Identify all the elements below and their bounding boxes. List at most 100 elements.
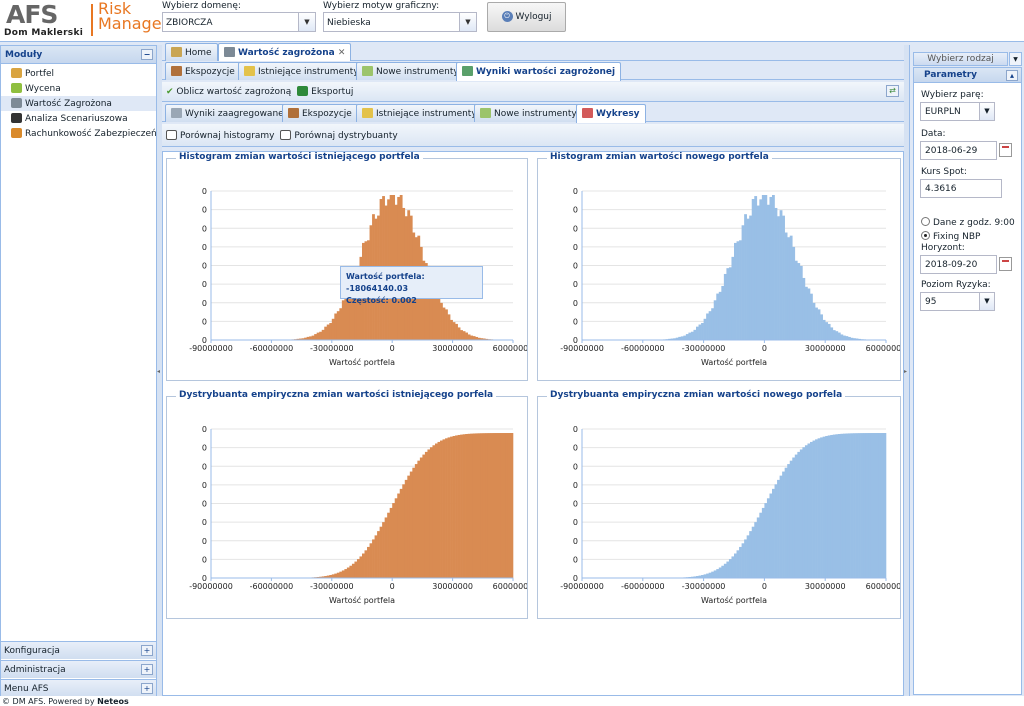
chart-bar <box>837 332 841 340</box>
module-item[interactable]: Wycena <box>1 81 156 96</box>
chevron-left-icon[interactable]: ◂ <box>157 368 160 375</box>
chart-bar <box>404 479 408 578</box>
tab-wykresy[interactable]: Wykresy <box>576 104 646 123</box>
radio-button[interactable] <box>921 231 930 240</box>
compare-cdfs-button[interactable]: Porównaj dystrybuanty <box>280 130 398 141</box>
y-tick-label: 0 <box>202 280 207 289</box>
histogram-new-chart[interactable]: 000000000-90000000 -60000000 -30000000 0 300… <box>538 159 906 380</box>
type-select[interactable]: Wybierz rodzaj ▼ <box>910 52 1024 67</box>
chart-bar <box>502 433 506 578</box>
calendar-icon[interactable] <box>999 257 1012 271</box>
chart-bar <box>837 434 841 578</box>
chart-bar <box>878 433 882 578</box>
radio-fixing-nbp[interactable]: Fixing NBP <box>921 231 980 242</box>
parameters-region: Wybierz rodzaj ▼ Parametry ▴ Wybierz par… <box>909 45 1024 696</box>
x-axis-label: Wartość portfela <box>329 595 395 605</box>
module-item[interactable]: Wartość Zagrożona <box>1 96 156 111</box>
chart-bar <box>685 334 689 340</box>
tab-label: Nowe instrumenty <box>494 109 577 119</box>
button-label: Oblicz wartość zagrożoną <box>176 87 292 97</box>
tab-wyniki-wartosci-zagrozonej[interactable]: Wyniki wartości zagrożonej <box>456 62 622 81</box>
chart-bar <box>450 319 453 340</box>
chart-bar <box>832 434 836 578</box>
chevron-down-icon[interactable]: ▼ <box>1009 52 1022 66</box>
date-field[interactable]: 2018-06-29 <box>920 141 1012 160</box>
chevron-down-icon[interactable]: ▼ <box>979 103 994 120</box>
logout-button[interactable]: ⏻ Wyloguj <box>487 2 566 32</box>
tab-ekspozycje-2[interactable]: Ekspozycje <box>282 104 358 122</box>
home-icon <box>171 47 182 57</box>
chart-bar <box>324 326 328 340</box>
chart-bar <box>492 433 496 578</box>
module-label: Wartość Zagrożona <box>25 99 112 109</box>
parameters-title: Parametry <box>924 70 978 80</box>
module-item[interactable]: Portfel <box>1 66 156 81</box>
cdf-existing-chart[interactable]: 000000000-90000000 -60000000 -30000000 0 300… <box>167 397 533 618</box>
refresh-icon[interactable]: ⇄ <box>886 85 899 97</box>
theme-select[interactable]: Niebieska ▼ <box>323 12 477 32</box>
chart-bar <box>500 433 504 578</box>
tab-istniejace-instrumenty-2[interactable]: Istniejące instrumenty <box>356 104 483 122</box>
chart-icon <box>166 130 177 140</box>
product-name-line2: Manager <box>98 14 169 33</box>
chart-bar <box>354 561 358 578</box>
tab-istniejace-instrumenty[interactable]: Istniejące instrumenty <box>238 62 365 80</box>
chevron-down-icon[interactable]: ▼ <box>459 13 476 31</box>
expand-icon[interactable]: + <box>141 664 153 675</box>
module-item[interactable]: Rachunkowość Zabezpieczeń <box>1 126 157 141</box>
top-tabbar: Home Wartość zagrożona ✕ <box>162 42 904 62</box>
module-item[interactable]: Analiza Scenariuszowa <box>1 111 156 126</box>
horizon-field[interactable]: 2018-09-20 <box>920 255 1012 274</box>
chart-bar <box>827 323 831 340</box>
collapse-icon[interactable]: − <box>141 49 153 60</box>
module-label: Wycena <box>25 84 61 94</box>
accordion-konfiguracja[interactable]: Konfiguracja + <box>1 641 156 659</box>
close-icon[interactable]: ✕ <box>338 48 346 58</box>
tab-ekspozycje[interactable]: Ekspozycje <box>165 62 241 80</box>
y-tick-label: 0 <box>573 224 578 233</box>
pair-select[interactable]: EURPLN ▼ <box>920 102 995 121</box>
collapse-icon[interactable]: ▴ <box>1006 70 1018 81</box>
radio-button[interactable] <box>921 217 930 226</box>
chart-bar <box>883 433 887 578</box>
accordion-administracja[interactable]: Administracja + <box>1 660 156 678</box>
chevron-right-icon[interactable]: ▸ <box>904 368 907 375</box>
export-button[interactable]: Eksportuj <box>297 86 353 97</box>
chart-toolbar: Porównaj histogramy Porównaj dystrybuant… <box>162 124 904 147</box>
tab-wyniki-zaagregowane[interactable]: Wyniki zaagregowane <box>165 104 290 122</box>
chart-bar <box>853 433 856 578</box>
chevron-down-icon[interactable]: ▼ <box>979 293 994 310</box>
theme-label: Wybierz motyw graficzny: <box>323 1 440 11</box>
accordion-menu-afs[interactable]: Menu AFS + <box>1 679 156 697</box>
expand-icon[interactable]: + <box>141 683 153 694</box>
table-icon <box>362 66 373 76</box>
modules-tree: Portfel Wycena Wartość Zagrożona Analiza Sc… <box>1 64 157 141</box>
power-icon: ⏻ <box>501 11 513 22</box>
chart-bar <box>797 263 801 340</box>
x-tick-label: 30000000 <box>432 344 473 353</box>
domain-select[interactable]: ZBIORCZA ▼ <box>162 12 316 32</box>
tab-nowe-instrumenty-2[interactable]: Nowe instrumenty <box>474 104 583 122</box>
tab-nowe-instrumenty[interactable]: Nowe instrumenty <box>356 62 465 80</box>
calculate-var-button[interactable]: ✔ Oblicz wartość zagrożoną <box>166 87 291 97</box>
calendar-icon[interactable] <box>999 143 1012 157</box>
chart-bar <box>817 438 821 578</box>
chart-bar <box>422 454 426 578</box>
chevron-down-icon[interactable]: ▼ <box>298 13 315 31</box>
chart-title: Dystrybuanta empiryczna zmian wartości i… <box>176 390 497 400</box>
footer-brand: Neteos <box>97 697 129 706</box>
chart-bar <box>336 572 340 578</box>
compare-histograms-button[interactable]: Porównaj histogramy <box>166 130 275 141</box>
expand-icon[interactable]: + <box>141 645 153 656</box>
chart-bar <box>409 471 413 578</box>
risk-select[interactable]: 95 ▼ <box>920 292 995 311</box>
chart-bar <box>713 300 717 340</box>
spot-field[interactable]: 4.3616 <box>920 179 1002 198</box>
chart-bar <box>721 285 725 340</box>
tab-home[interactable]: Home <box>165 43 218 61</box>
cdf-new-chart[interactable]: 000000000-90000000 -60000000 -30000000 0 300… <box>538 397 906 618</box>
tab-wartosc-zagrozona[interactable]: Wartość zagrożona ✕ <box>218 43 352 62</box>
radio-9am[interactable]: Dane z godz. 9:00 <box>921 217 1015 228</box>
chart-bar <box>713 570 717 578</box>
chart-bar <box>777 216 780 340</box>
